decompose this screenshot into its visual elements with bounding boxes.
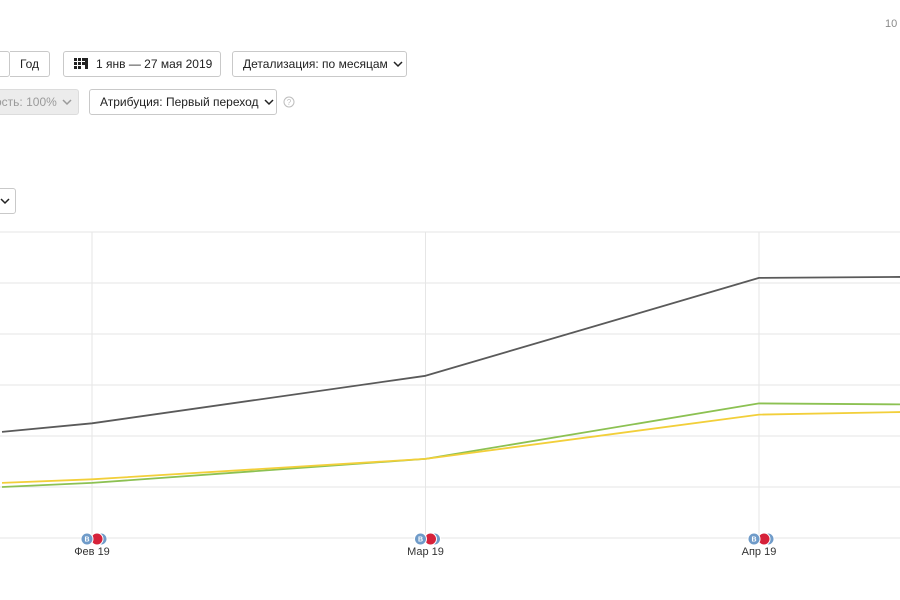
svg-text:?: ?: [287, 98, 292, 107]
series-line-3: [1, 411, 900, 484]
chart-options-dropdown[interactable]: [0, 188, 16, 214]
event-marker-icon: B: [414, 532, 441, 546]
series-line-1: [1, 276, 900, 433]
event-markers: BBB: [80, 532, 775, 546]
chart-series: [1, 276, 900, 488]
event-marker-label: B: [418, 537, 423, 544]
period-year-label: Год: [19, 57, 40, 71]
event-marker-label: B: [751, 537, 756, 544]
event-marker-icon: B: [747, 532, 775, 546]
detail-dropdown[interactable]: Детализация: по месяцам: [232, 51, 407, 77]
x-tick-label: Фев 19: [74, 546, 110, 558]
line-chart: B B B Фев 19 Мар 19 Апр 19: [0, 231, 900, 558]
series-line-2: [1, 402, 900, 488]
chevron-down-icon: [0, 198, 10, 205]
calendar-icon: [74, 58, 88, 69]
chevron-down-icon: [393, 61, 403, 68]
period-year-button[interactable]: Год: [10, 51, 50, 77]
help-icon[interactable]: ?: [283, 96, 295, 108]
chevron-down-icon: [62, 99, 72, 106]
detail-label: Детализация: по месяцам: [243, 57, 388, 71]
accuracy-dropdown[interactable]: ость: 100%: [0, 89, 79, 115]
x-axis-labels: Фев 19 Мар 19 Апр 19: [74, 546, 776, 558]
event-marker-icon: B: [80, 532, 108, 546]
x-tick-label: Мар 19: [407, 546, 444, 558]
date-range-button[interactable]: 1 янв — 27 мая 2019: [63, 51, 221, 77]
chevron-down-icon: [263, 99, 274, 106]
accuracy-label: ость: 100%: [0, 95, 57, 109]
date-range-label: 1 янв — 27 мая 2019: [96, 57, 213, 71]
attribution-label: Атрибуция: Первый переход: [100, 95, 259, 109]
corner-text: 10: [885, 18, 898, 30]
x-tick-label: Апр 19: [742, 546, 777, 558]
event-marker-label: B: [84, 537, 89, 544]
period-button-partial[interactable]: [0, 51, 10, 77]
attribution-dropdown[interactable]: Атрибуция: Первый переход: [89, 89, 277, 115]
